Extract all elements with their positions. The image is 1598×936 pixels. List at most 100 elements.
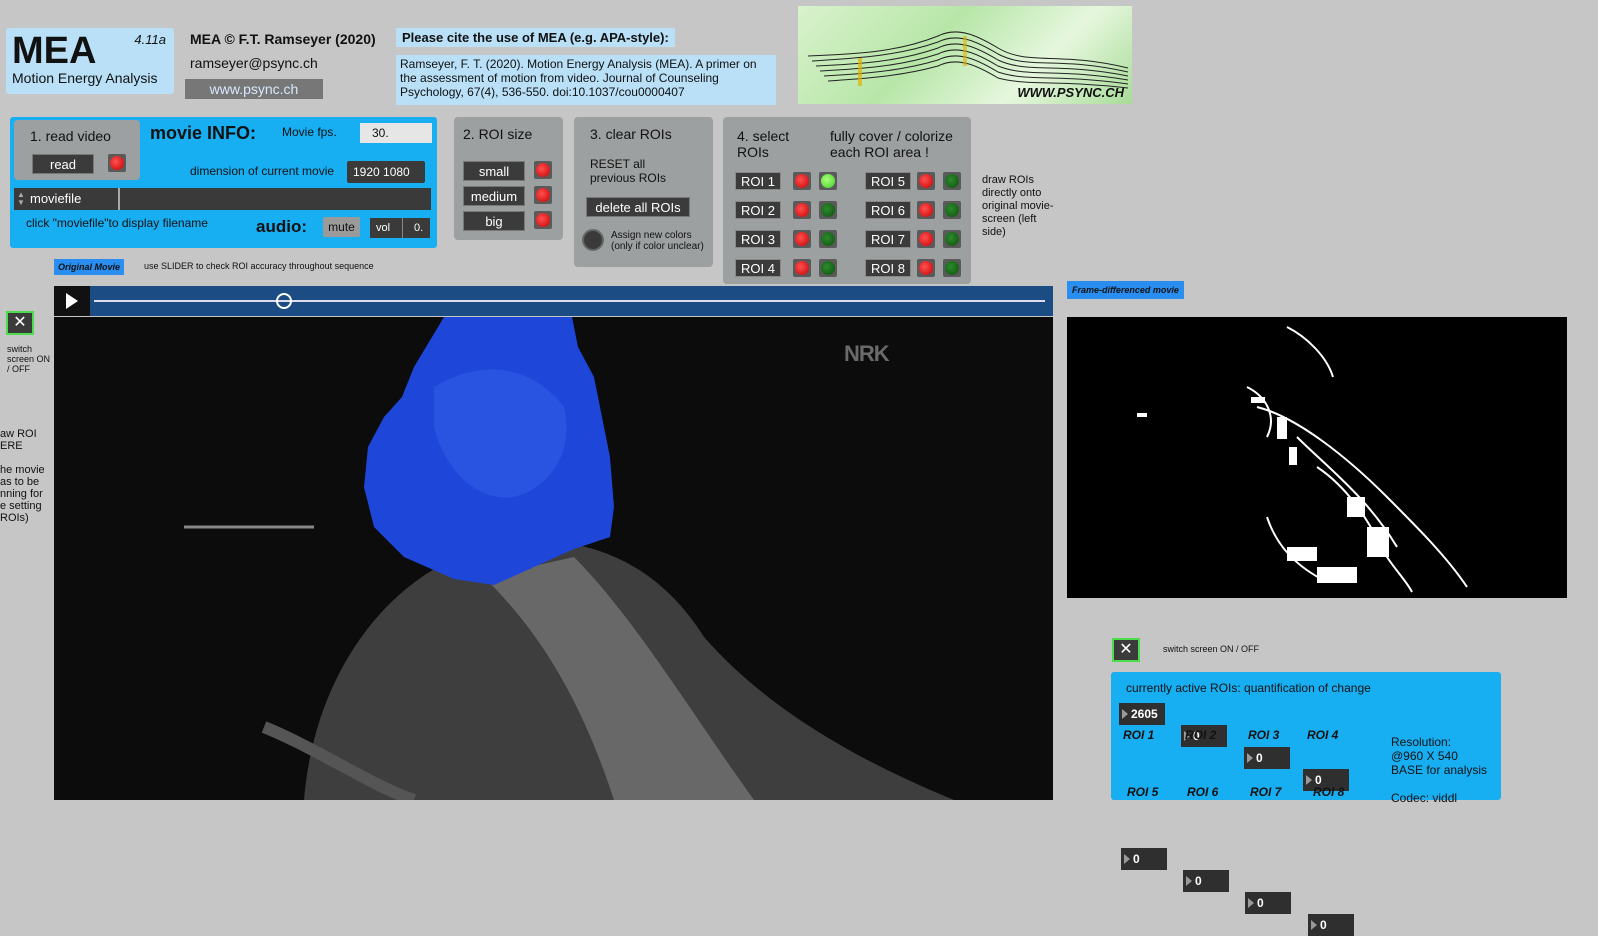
moviefile-label: moviefile [30,191,82,206]
roi-size-medium-button[interactable]: medium [463,186,525,206]
roi-4-green-indicator[interactable] [819,259,837,277]
right-switch-text: switch screen ON / OFF [1163,644,1260,654]
play-button[interactable] [54,286,90,316]
roi-3-green-indicator[interactable] [819,230,837,248]
moviefile-stepper-icon[interactable]: ▲ ▼ [17,191,25,207]
roi-7-green-indicator[interactable] [943,230,961,248]
roi-8-red-indicator[interactable] [917,259,935,277]
left-draw-text: aw ROI ERE he movie as to be nning for e… [0,428,45,524]
moviefile-hint: click "moviefile"to display filename [26,216,208,230]
read-led-icon [110,156,124,170]
roi-6-value: 0 [1183,870,1229,892]
roi-size-big-indicator[interactable] [534,211,552,229]
roi-size-medium-indicator[interactable] [534,186,552,204]
led-icon [795,203,809,217]
led-icon [919,261,933,275]
roi-6-red-indicator[interactable] [917,201,935,219]
roi-2-green-indicator[interactable] [819,201,837,219]
roi-6-green-indicator[interactable] [943,201,961,219]
cite-text: Ramseyer, F. T. (2020). Motion Energy An… [396,55,776,105]
reset-text: RESET all previous ROIs [590,157,667,185]
roi-7-button[interactable]: ROI 7 [865,230,911,248]
roi-4-button[interactable]: ROI 4 [735,259,781,277]
original-movie-screen[interactable]: NRK [54,317,1053,800]
cite-heading: Please cite the use of MEA (e.g. APA-sty… [396,28,675,47]
quantification-panel: currently active ROIs: quantification of… [1111,672,1501,936]
roi-6-label: ROI 6 [1187,785,1219,799]
moviefile-divider [118,188,120,210]
roi-6-button[interactable]: ROI 6 [865,201,911,219]
roi-3-button[interactable]: ROI 3 [735,230,781,248]
roi-8-green-indicator[interactable] [943,259,961,277]
roi-7-value: 0 [1245,892,1291,914]
roi-8-value: 0 [1308,914,1354,936]
left-switch-text: switch screen ON / OFF [7,344,51,374]
audio-label: audio: [256,217,307,236]
roi-2-button[interactable]: ROI 2 [735,201,781,219]
led-icon [919,174,933,188]
led-icon [919,232,933,246]
slider-track[interactable] [94,300,1045,302]
website-link[interactable]: www.psync.ch [185,79,323,99]
mute-button[interactable]: mute [323,217,360,237]
clear-rois-title: 3. clear ROIs [590,126,672,142]
assign-colors-text: Assign new colors (only if color unclear… [611,230,704,252]
moviefile-bar[interactable]: ▲ ▼ moviefile [14,188,431,210]
left-switch-screen-button[interactable]: ✕ [6,311,34,335]
roi-2-red-indicator[interactable] [793,201,811,219]
vol-value[interactable]: 0. [414,218,423,238]
brand-version: 4.11a [134,32,166,47]
select-rois-title: 4. select ROIs [737,128,790,160]
roi-5-red-indicator[interactable] [917,172,935,190]
read-video-panel: 1. read video read movie INFO: Movie fps… [10,117,437,248]
frame-diff-screen [1067,317,1567,598]
vol-box[interactable]: vol 0. [370,218,430,238]
roi-4-red-indicator[interactable] [793,259,811,277]
roi-1-green-indicator[interactable] [819,172,837,190]
movie-info-title: movie INFO: [150,123,257,143]
roi-8-label: ROI 8 [1313,785,1345,799]
select-rois-instruction: fully cover / colorize each ROI area ! [830,128,953,160]
led-icon [536,213,550,227]
led-icon [795,261,809,275]
roi-size-small-indicator[interactable] [534,161,552,179]
roi-7-label: ROI 7 [1250,785,1282,799]
roi-3-red-indicator[interactable] [793,230,811,248]
led-icon [821,174,835,188]
roi-5-value: 0 [1121,848,1167,870]
slider-hint: use SLIDER to check ROI accuracy through… [144,261,374,271]
led-icon [945,232,959,246]
brand-title: MEA [12,30,97,72]
roi-size-panel: 2. ROI size small medium big [454,117,563,240]
led-icon [536,188,550,202]
watermark-logo: NRK [844,341,890,366]
led-icon [945,174,959,188]
roi-5-green-indicator[interactable] [943,172,961,190]
roi-5-button[interactable]: ROI 5 [865,172,911,190]
roi-7-red-indicator[interactable] [917,230,935,248]
led-icon [945,203,959,217]
roi-1-button[interactable]: ROI 1 [735,172,781,190]
roi-3-label: ROI 3 [1248,728,1280,742]
roi-size-small-button[interactable]: small [463,161,525,181]
original-movie-tag: Original Movie [54,259,125,275]
quantification-title: currently active ROIs: quantification of… [1126,681,1371,695]
dimension-label: dimension of current movie [190,164,335,178]
roi-5-label: ROI 5 [1127,785,1159,799]
movie-frame [184,317,954,800]
roi-1-value: 2605 [1119,703,1165,725]
brand-box: MEA 4.11a Motion Energy Analysis [6,28,174,94]
delete-all-rois-button[interactable]: delete all ROIs [586,197,690,217]
slider-handle[interactable] [276,293,293,309]
roi-size-big-button[interactable]: big [463,211,525,231]
frame-diff-image [1137,326,1468,593]
read-button[interactable]: read [32,154,94,174]
led-icon [821,261,835,275]
fps-label: Movie fps. [282,125,337,139]
roi-1-red-indicator[interactable] [793,172,811,190]
assign-colors-button[interactable] [582,229,604,251]
roi-size-title: 2. ROI size [463,126,533,142]
close-icon: ✕ [13,314,27,331]
roi-8-button[interactable]: ROI 8 [865,259,911,277]
right-switch-screen-button[interactable]: ✕ [1112,638,1140,662]
